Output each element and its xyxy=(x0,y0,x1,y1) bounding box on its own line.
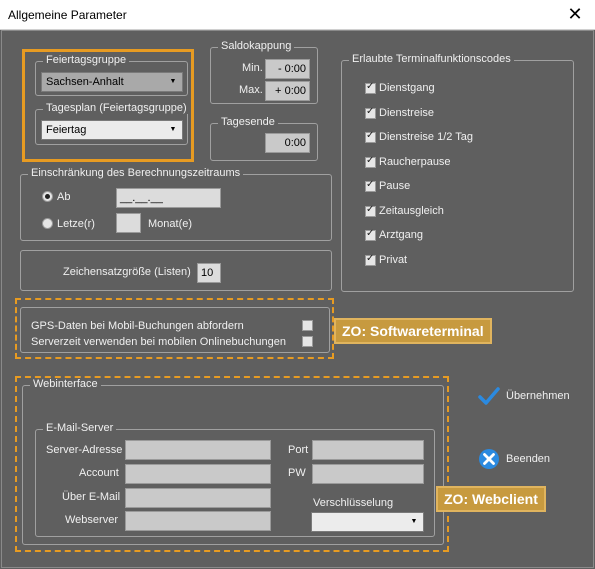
ab-date-input[interactable]: __.__.__ xyxy=(116,188,221,208)
saldokappung-max-label: Max. xyxy=(239,84,263,96)
ueber-email-label: Über E-Mail xyxy=(62,491,121,503)
close-icon[interactable]: ✕ xyxy=(565,4,585,24)
cancel-icon xyxy=(479,449,499,469)
verschluesselung-select[interactable]: ▼ xyxy=(311,512,424,532)
feiertagsgruppe-select[interactable]: Sachsen-Anhalt ▼ xyxy=(41,72,183,92)
terminalfunktion-label: Zeitausgleich xyxy=(379,205,444,217)
terminalfunktion-checkbox[interactable] xyxy=(365,204,376,217)
terminalfunktion-checkbox[interactable] xyxy=(365,179,376,192)
webinterface-legend: Webinterface xyxy=(30,378,101,390)
verschluesselung-label: Verschlüsselung xyxy=(313,497,394,509)
webserver-input[interactable] xyxy=(125,511,271,531)
pw-label: PW xyxy=(288,467,306,479)
tagesplan-value: Feiertag xyxy=(46,124,87,136)
gps-label: GPS-Daten bei Mobil-Buchungen abfordern xyxy=(31,320,244,332)
webclient-tag: ZO: Webclient xyxy=(436,486,546,512)
email-server-legend: E-Mail-Server xyxy=(43,422,117,434)
serverzeit-label: Serverzeit verwenden bei mobilen Onlineb… xyxy=(31,336,286,348)
account-label: Account xyxy=(79,467,119,479)
beenden-label: Beenden xyxy=(506,453,551,465)
terminalfunktion-label: Pause xyxy=(379,180,411,192)
window-title: Allgemeine Parameter xyxy=(8,8,127,22)
zeichensatz-input[interactable]: 10 xyxy=(197,263,221,283)
chevron-down-icon: ▼ xyxy=(169,126,177,133)
saldokappung-min-label: Min. xyxy=(242,62,263,74)
terminalfunktion-label: Privat xyxy=(379,254,408,266)
terminalfunktion-checkbox[interactable] xyxy=(365,155,376,168)
einschraenkung-legend: Einschränkung des Berechnungszeitraums xyxy=(28,167,244,179)
zeichensatz-label: Zeichensatzgröße (Listen) xyxy=(63,266,191,278)
title-bar: Allgemeine Parameter ✕ xyxy=(0,0,595,30)
terminalfunktion-checkbox[interactable] xyxy=(365,130,376,143)
saldokappung-max-sign: + xyxy=(275,85,282,97)
uebernehmen-label: Übernehmen xyxy=(506,390,570,402)
webserver-label: Webserver xyxy=(65,514,118,526)
terminalfunktion-checkbox[interactable] xyxy=(365,106,376,119)
radio-ab[interactable] xyxy=(42,191,53,202)
gps-checkbox[interactable] xyxy=(302,320,313,331)
feiertagsgruppe-value: Sachsen-Anhalt xyxy=(46,76,124,88)
server-adresse-input[interactable] xyxy=(125,440,271,460)
pw-input[interactable] xyxy=(312,464,424,484)
feiertagsgruppe-legend: Feiertagsgruppe xyxy=(43,54,130,66)
tagesplan-select[interactable]: Feiertag ▼ xyxy=(41,120,183,140)
softwareterminal-tag: ZO: Softwareterminal xyxy=(334,318,492,344)
terminalfunktion-label: Arztgang xyxy=(379,229,424,241)
port-label: Port xyxy=(288,444,309,456)
uebernehmen-button[interactable]: Übernehmen xyxy=(478,386,570,406)
chevron-down-icon: ▼ xyxy=(169,78,177,85)
saldokappung-max-value: 0:00 xyxy=(284,85,306,97)
chevron-down-icon: ▼ xyxy=(410,518,418,525)
tagesende-input[interactable]: 0:00 xyxy=(265,133,310,153)
terminalfunktion-checkbox[interactable] xyxy=(365,228,376,241)
saldokappung-min-value: 0:00 xyxy=(284,63,306,75)
terminalfunktion-checkbox[interactable] xyxy=(365,81,376,94)
terminalfunktionen-legend: Erlaubte Terminalfunktionscodes xyxy=(349,53,514,65)
ab-label: Ab xyxy=(57,191,71,203)
terminalfunktion-label: Raucherpause xyxy=(379,156,451,168)
serverzeit-checkbox[interactable] xyxy=(302,336,313,347)
terminalfunktion-label: Dienstgang xyxy=(379,82,435,94)
terminalfunktion-checkbox[interactable] xyxy=(365,253,376,266)
ab-date-value: __.__.__ xyxy=(120,192,163,204)
saldokappung-min-input[interactable]: - 0:00 xyxy=(265,59,310,79)
tagesende-value: 0:00 xyxy=(284,137,306,149)
tagesplan-legend: Tagesplan (Feiertagsgruppe) xyxy=(43,102,190,114)
terminalfunktion-label: Dienstreise 1/2 Tag xyxy=(379,131,473,143)
account-input[interactable] xyxy=(125,464,271,484)
checkmark-icon xyxy=(478,387,500,405)
zeichensatz-value: 10 xyxy=(201,267,214,279)
port-input[interactable] xyxy=(312,440,424,460)
letzte-label: Letze(r) xyxy=(57,218,95,230)
saldokappung-min-sign: - xyxy=(278,63,282,75)
tagesende-legend: Tagesende xyxy=(218,116,278,128)
beenden-button[interactable]: Beenden xyxy=(478,448,550,470)
monat-label: Monat(e) xyxy=(148,218,193,230)
letzte-monate-input[interactable] xyxy=(116,213,141,233)
ueber-email-input[interactable] xyxy=(125,488,271,508)
saldokappung-legend: Saldokappung xyxy=(218,40,295,52)
server-adresse-label: Server-Adresse xyxy=(46,444,123,456)
saldokappung-max-input[interactable]: + 0:00 xyxy=(265,81,310,101)
terminalfunktion-label: Dienstreise xyxy=(379,107,435,119)
radio-letzte[interactable] xyxy=(42,218,53,229)
